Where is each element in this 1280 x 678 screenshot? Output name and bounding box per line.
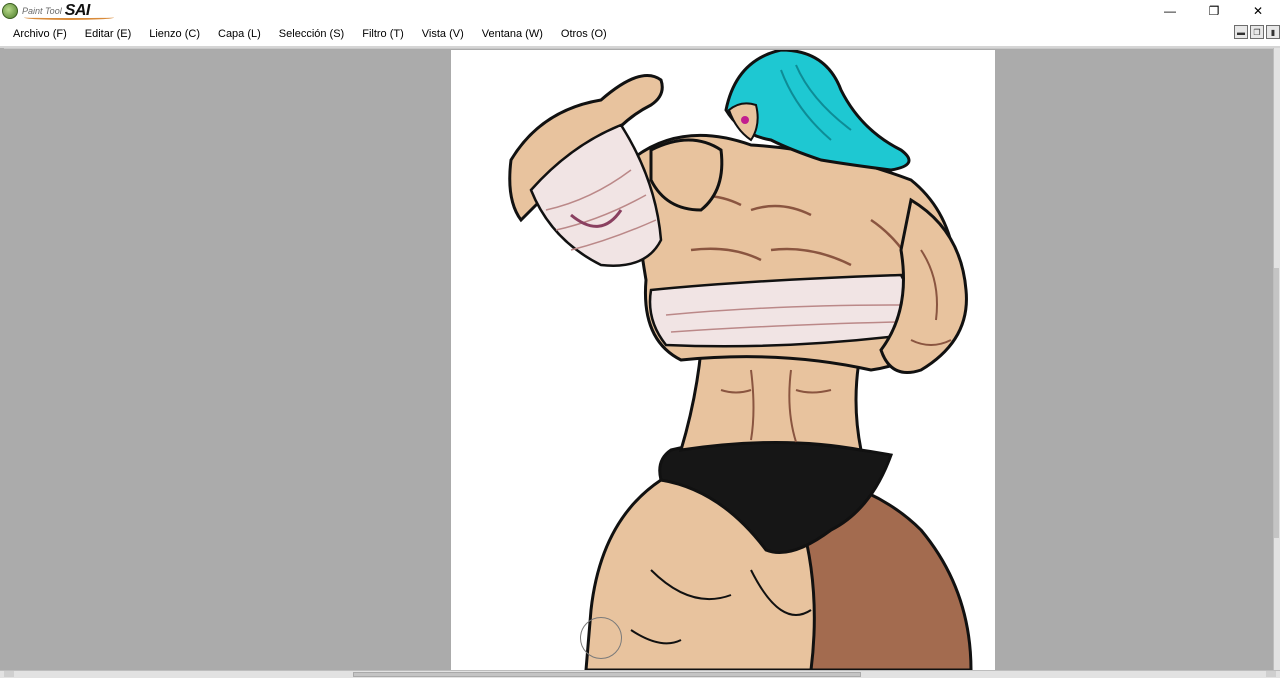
menu-editar[interactable]: Editar (E) <box>76 28 140 40</box>
logo-swoosh <box>24 15 114 20</box>
document-window-controls: ▬ ❐ ▮ <box>1234 25 1280 39</box>
close-button[interactable]: ✕ <box>1236 0 1280 22</box>
doc-close-icon[interactable]: ▮ <box>1266 25 1280 39</box>
menu-lienzo[interactable]: Lienzo (C) <box>140 28 209 40</box>
menu-filtro[interactable]: Filtro (T) <box>353 28 413 40</box>
window-controls: — ❐ ✕ <box>1148 0 1280 22</box>
app-logo: Paint Tool SAI <box>2 0 114 22</box>
menu-archivo[interactable]: Archivo (F) <box>0 28 76 40</box>
menu-otros[interactable]: Otros (O) <box>552 28 616 40</box>
vertical-scroll-thumb[interactable] <box>1274 268 1279 538</box>
scroll-left-arrow-icon[interactable] <box>4 671 14 677</box>
menu-bar: Archivo (F) Editar (E) Lienzo (C) Capa (… <box>0 22 1280 46</box>
brush-cursor <box>580 617 622 659</box>
menu-seleccion[interactable]: Selección (S) <box>270 28 353 40</box>
app-logo-icon <box>2 3 18 19</box>
horizontal-scroll-thumb[interactable] <box>353 672 861 677</box>
menu-vista[interactable]: Vista (V) <box>413 28 473 40</box>
scroll-right-arrow-icon[interactable] <box>1266 671 1276 677</box>
menu-capa[interactable]: Capa (L) <box>209 28 270 40</box>
doc-restore-icon[interactable]: ❐ <box>1250 25 1264 39</box>
title-bar: Paint Tool SAI — ❐ ✕ <box>0 0 1280 22</box>
vertical-scrollbar[interactable] <box>1273 48 1280 670</box>
menu-ventana[interactable]: Ventana (W) <box>473 28 552 40</box>
restore-button[interactable]: ❐ <box>1192 0 1236 22</box>
drawing-canvas[interactable] <box>451 50 995 670</box>
artwork <box>508 50 973 670</box>
minimize-button[interactable]: — <box>1148 0 1192 22</box>
doc-minimize-icon[interactable]: ▬ <box>1234 25 1248 39</box>
